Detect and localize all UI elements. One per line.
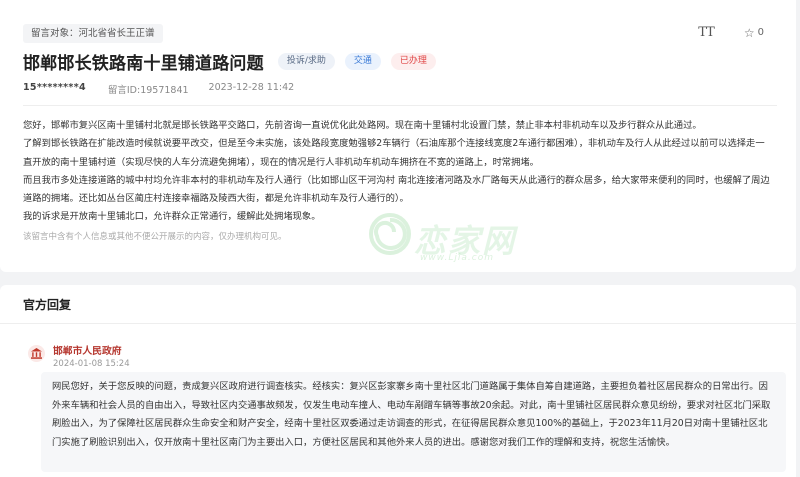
status-badge: 已办理 [390, 52, 436, 70]
recipient-label: 留言对象：河北省省长王正谱 [23, 24, 163, 43]
reply-section-title: 官方回复 [23, 298, 72, 312]
page-title: 邯郸邯长铁路南十里铺道路问题 [23, 53, 264, 74]
favorite-button[interactable]: ☆ 0 [744, 26, 764, 40]
message-content: 您好，邯郸市复兴区南十里铺村北就是邯长铁路平交路口，先前咨询一直说优化此处路网。… [23, 117, 773, 245]
privacy-notice: 该留言中含有个人信息或其他不便公开展示的内容，仅办理机构可见。 [23, 231, 287, 242]
message-datetime: 2023-12-28 11:42 [208, 82, 295, 93]
message-meta: 15********4 留言ID:19571841 2023-12-28 11:… [23, 82, 294, 96]
message-paragraph: 我的诉求是开放南十里铺北口，允许群众正常通行，缓解此处拥堵现象。 [23, 211, 321, 223]
title-row: 邯郸邯长铁路南十里铺道路问题 投诉/求助 交通 已办理 [23, 49, 436, 74]
toolbar: TT ☆ 0 [698, 25, 764, 40]
message-paragraph: 了解到邯长铁路在扩能改造时候就说要平改交，但是至今未实施，该处路段宽度勉强够2车… [23, 138, 765, 168]
star-outline-icon: ☆ [743, 25, 755, 40]
department-name: 邯郸市人民政府 [53, 346, 122, 357]
message-paragraph: 而且我市多处连接道路的城中村均允许非本村的非机动车及行人通行（比如邯山区干河沟村… [23, 174, 770, 205]
type-tag: 投诉/求助 [277, 52, 335, 70]
message-id: 留言ID:19571841 [107, 85, 189, 96]
field-tag: 交通 [344, 52, 381, 70]
divider [23, 105, 777, 106]
reply-date: 2024-01-08 15:24 [53, 359, 130, 369]
reply-text: 网民您好，关于您反映的问题，责成复兴区政府进行调查核实。经核实：复兴区彭家寨乡南… [52, 381, 771, 448]
divider [0, 323, 796, 324]
government-building-icon [28, 345, 45, 362]
favorite-count: 0 [757, 27, 764, 38]
reply-content: 网民您好，关于您反映的问题，责成复兴区政府进行调查核实。经核实：复兴区彭家寨乡南… [41, 372, 786, 472]
user-id: 15********4 [23, 82, 86, 93]
message-paragraph: 您好，邯郸市复兴区南十里铺村北就是邯长铁路平交路口，先前咨询一直说优化此处路网。… [23, 120, 702, 131]
text-size-icon[interactable]: TT [698, 25, 715, 40]
